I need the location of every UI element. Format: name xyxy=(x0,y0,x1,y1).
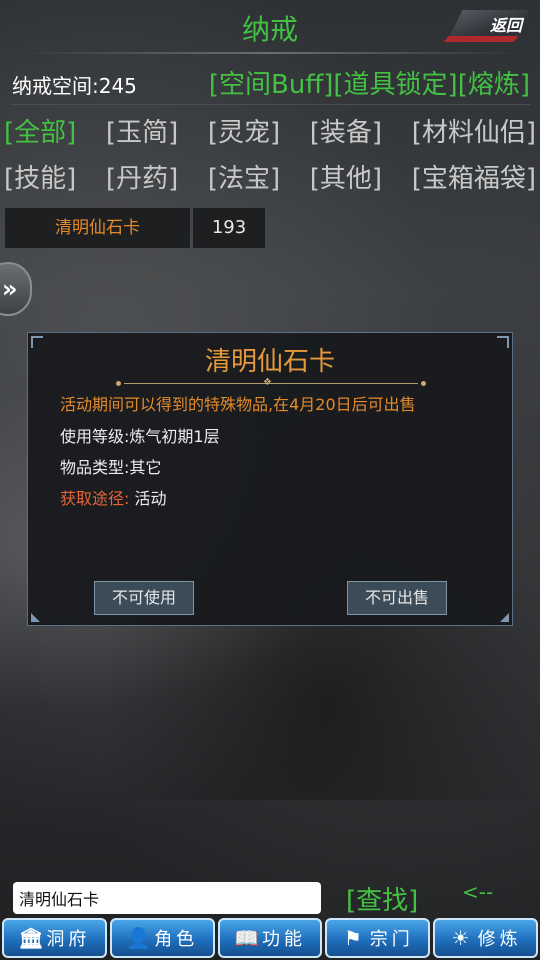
tab-pills[interactable]: [丹药] xyxy=(106,158,178,198)
back-button-stroke xyxy=(443,36,519,42)
side-panel-toggle[interactable]: » xyxy=(0,262,32,316)
header-divider xyxy=(20,52,520,54)
space-buff-link[interactable]: [空间Buff] xyxy=(209,70,334,100)
nav-label: 洞府 xyxy=(46,929,91,950)
ornament-dot xyxy=(116,381,121,386)
item-source-value: 活动 xyxy=(129,489,167,508)
nav-cultivate-button[interactable]: ☀ 修炼 xyxy=(433,918,538,958)
nav-functions-button[interactable]: 📖 功能 xyxy=(217,918,323,958)
back-arrow-button[interactable]: <-- xyxy=(462,880,493,904)
find-button[interactable]: [查找] xyxy=(346,880,418,917)
item-source: 获取途径: 活动 xyxy=(60,485,167,509)
ornament-center-icon: ❖ xyxy=(263,377,272,388)
divider xyxy=(10,104,530,105)
nav-character-button[interactable]: 👤 角色 xyxy=(109,918,215,958)
nav-label: 功能 xyxy=(261,929,306,950)
nav-cave-button[interactable]: 🏛 洞府 xyxy=(2,918,107,958)
item-description: 活动期间可以得到的特殊物品,在4月20日后可出售 xyxy=(60,395,416,414)
category-tabs: [全部] [玉简] [灵宠] [装备] [材料仙侣] [技能] [丹药] [法宝… xyxy=(4,112,536,204)
character-icon: 👤 xyxy=(126,926,152,950)
temple-icon: 🏛 xyxy=(18,926,44,950)
tab-treasures[interactable]: [法宝] xyxy=(208,158,280,198)
category-row: [全部] [玉简] [灵宠] [装备] [材料仙侣] xyxy=(4,112,536,152)
dialog-title: 清明仙石卡 xyxy=(204,347,335,377)
double-chevron-right-icon: » xyxy=(2,275,18,303)
storage-space-label: 纳戒空间:245 xyxy=(12,74,137,98)
tab-chests-bags[interactable]: [宝箱福袋] xyxy=(412,158,536,198)
item-source-label: 获取途径: xyxy=(60,489,130,508)
item-type: 物品类型:其它 xyxy=(60,458,162,477)
tab-all[interactable]: [全部] xyxy=(4,112,76,152)
back-button[interactable]: 返回 xyxy=(443,10,528,44)
tab-pets[interactable]: [灵宠] xyxy=(208,112,280,152)
bottom-nav: 🏛 洞府 👤 角色 📖 功能 ⚑ 宗门 ☀ 修炼 xyxy=(0,918,540,960)
category-row: [技能] [丹药] [法宝] [其他] [宝箱福袋] xyxy=(4,158,536,198)
tab-skills[interactable]: [技能] xyxy=(4,158,76,198)
item-count: 193 xyxy=(193,208,265,248)
back-button-label: 返回 xyxy=(489,16,522,35)
smelt-link[interactable]: [熔炼] xyxy=(458,70,530,100)
sun-icon: ☀ xyxy=(451,926,470,950)
nav-label: 宗门 xyxy=(369,929,414,950)
nav-label: 角色 xyxy=(154,929,199,950)
tab-jade-slips[interactable]: [玉简] xyxy=(106,112,178,152)
use-button[interactable]: 不可使用 xyxy=(94,581,194,615)
item-name[interactable]: 清明仙石卡 xyxy=(5,208,190,248)
nav-label: 修炼 xyxy=(477,929,522,950)
search-input[interactable] xyxy=(13,882,321,914)
tab-materials-companions[interactable]: [材料仙侣] xyxy=(412,112,536,152)
dialog-corner xyxy=(31,613,40,622)
title-ornament: ❖ xyxy=(116,377,426,388)
item-level: 使用等级:炼气初期1层 xyxy=(60,427,220,446)
tab-equipment[interactable]: [装备] xyxy=(310,112,382,152)
book-icon: 📖 xyxy=(233,926,259,950)
item-lock-link[interactable]: [道具锁定] xyxy=(333,70,457,100)
dialog-corner xyxy=(500,613,509,622)
top-actions: [空间Buff][道具锁定][熔炼] xyxy=(209,64,530,101)
item-detail-dialog: 清明仙石卡 ❖ 活动期间可以得到的特殊物品,在4月20日后可出售 使用等级:炼气… xyxy=(27,332,513,626)
nav-sect-button[interactable]: ⚑ 宗门 xyxy=(325,918,431,958)
tab-other[interactable]: [其他] xyxy=(310,158,382,198)
flag-icon: ⚑ xyxy=(343,926,362,950)
ornament-dot xyxy=(421,381,426,386)
sell-button[interactable]: 不可出售 xyxy=(347,581,447,615)
